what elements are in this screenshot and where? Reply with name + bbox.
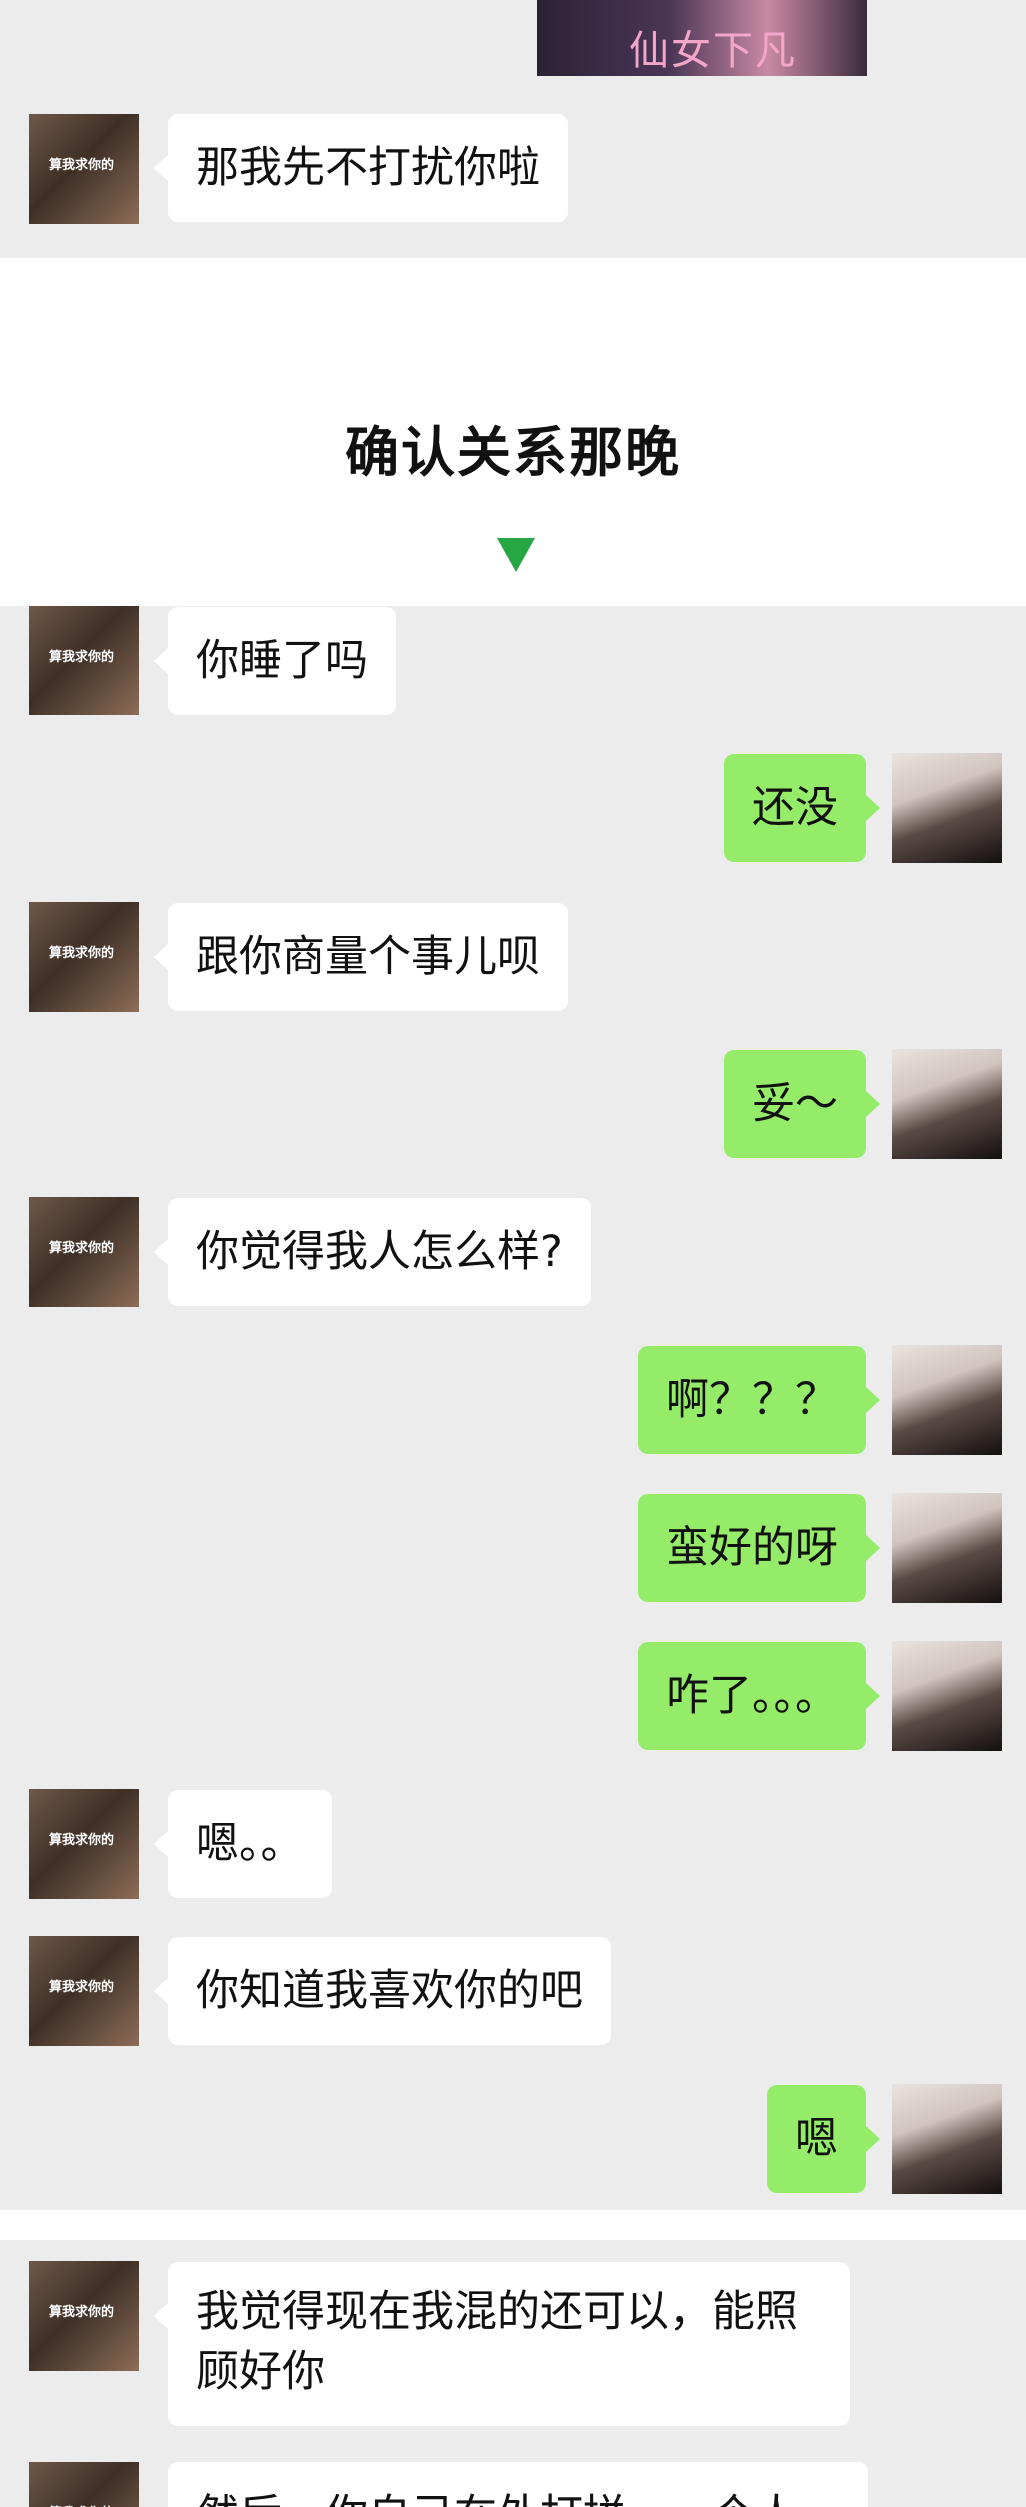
message-bubble[interactable]: 你睡了吗	[154, 607, 396, 715]
message-bubble[interactable]: 咋了。。。	[638, 1642, 880, 1750]
message-text: 跟你商量个事儿呗	[196, 932, 540, 982]
friend-avatar[interactable]: 算我求你的	[29, 902, 139, 1012]
friend-avatar[interactable]: 算我求你的	[29, 1197, 139, 1307]
friend-avatar[interactable]: 算我求你的	[29, 2462, 139, 2507]
friend-avatar-text: 算我求你的	[49, 1241, 115, 1256]
message-text: 咋了。。。	[666, 1671, 838, 1721]
message-text: 你知道我喜欢你的吧	[196, 1966, 583, 2016]
my-avatar[interactable]	[892, 2084, 1002, 2194]
friend-avatar-text: 算我求你的	[49, 650, 115, 665]
sticker-caption: 仙女下凡	[629, 28, 797, 74]
message-text: 妥～	[752, 1079, 838, 1129]
chat-panel-top: 仙女下凡 算我求你的 那我先不打扰你啦	[0, 0, 1026, 258]
message-bubble[interactable]: 妥～	[724, 1050, 880, 1158]
message-bubble[interactable]: 啊？？？	[638, 1346, 880, 1454]
section-divider: 确认关系那晚	[0, 258, 1026, 606]
message-bubble[interactable]: 还没	[724, 754, 880, 862]
sticker-image[interactable]: 仙女下凡	[537, 0, 867, 76]
friend-avatar[interactable]: 算我求你的	[29, 2261, 139, 2371]
friend-avatar-text: 算我求你的	[49, 1833, 115, 1848]
friend-avatar[interactable]: 算我求你的	[29, 1789, 139, 1899]
message-text: 我觉得现在我混的还可以，能照顾好你	[196, 2287, 798, 2397]
friend-avatar[interactable]: 算我求你的	[29, 606, 139, 715]
message-bubble[interactable]: 蛮好的呀	[638, 1494, 880, 1602]
message-text: 那我先不打扰你啦	[196, 143, 540, 193]
message-text: 你睡了吗	[196, 636, 368, 686]
my-avatar[interactable]	[892, 1493, 1002, 1603]
message-text: 然后，你自己在外打拼，一个人	[196, 2491, 798, 2507]
friend-avatar-text: 算我求你的	[49, 2502, 114, 2507]
friend-avatar[interactable]: 算我求你的	[29, 1936, 139, 2046]
message-text: 还没	[752, 783, 838, 833]
my-avatar[interactable]	[892, 1345, 1002, 1455]
friend-avatar[interactable]: 算我求你的	[29, 114, 139, 224]
message-bubble[interactable]: 你觉得我人怎么样?	[154, 1198, 591, 1306]
message-bubble[interactable]: 你知道我喜欢你的吧	[154, 1937, 611, 2045]
friend-avatar-text: 算我求你的	[49, 2305, 115, 2320]
message-bubble[interactable]: 我觉得现在我混的还可以，能照顾好你	[154, 2262, 850, 2426]
message-text: 你觉得我人怎么样?	[196, 1227, 563, 1277]
message-bubble[interactable]: 嗯。。	[154, 1790, 332, 1898]
friend-avatar-text: 算我求你的	[49, 1980, 115, 1995]
message-text: 蛮好的呀	[666, 1523, 838, 1573]
chat-panel-main: 算我求你的 你睡了吗 还没 算我求你的 跟你商量个事儿呗 妥～ 算我求你的 你觉…	[0, 606, 1026, 2210]
message-bubble[interactable]: 然后，你自己在外打拼，一个人	[168, 2462, 868, 2507]
message-text: 啊？？？	[666, 1375, 838, 1425]
message-bubble[interactable]: 嗯	[767, 2085, 880, 2193]
message-bubble[interactable]: 跟你商量个事儿呗	[154, 903, 568, 1011]
message-text: 嗯。。	[196, 1819, 304, 1869]
message-text: 嗯	[795, 2114, 838, 2164]
down-arrow-icon	[497, 538, 535, 572]
friend-avatar-text: 算我求你的	[49, 946, 115, 961]
my-avatar[interactable]	[892, 753, 1002, 863]
my-avatar[interactable]	[892, 1049, 1002, 1159]
my-avatar[interactable]	[892, 1641, 1002, 1751]
chat-panel-bottom: 算我求你的 我觉得现在我混的还可以，能照顾好你 算我求你的 然后，你自己在外打拼…	[0, 2240, 1026, 2507]
section-title: 确认关系那晚	[345, 421, 681, 484]
message-bubble[interactable]: 那我先不打扰你啦	[154, 114, 568, 222]
friend-avatar-text: 算我求你的	[49, 158, 115, 173]
